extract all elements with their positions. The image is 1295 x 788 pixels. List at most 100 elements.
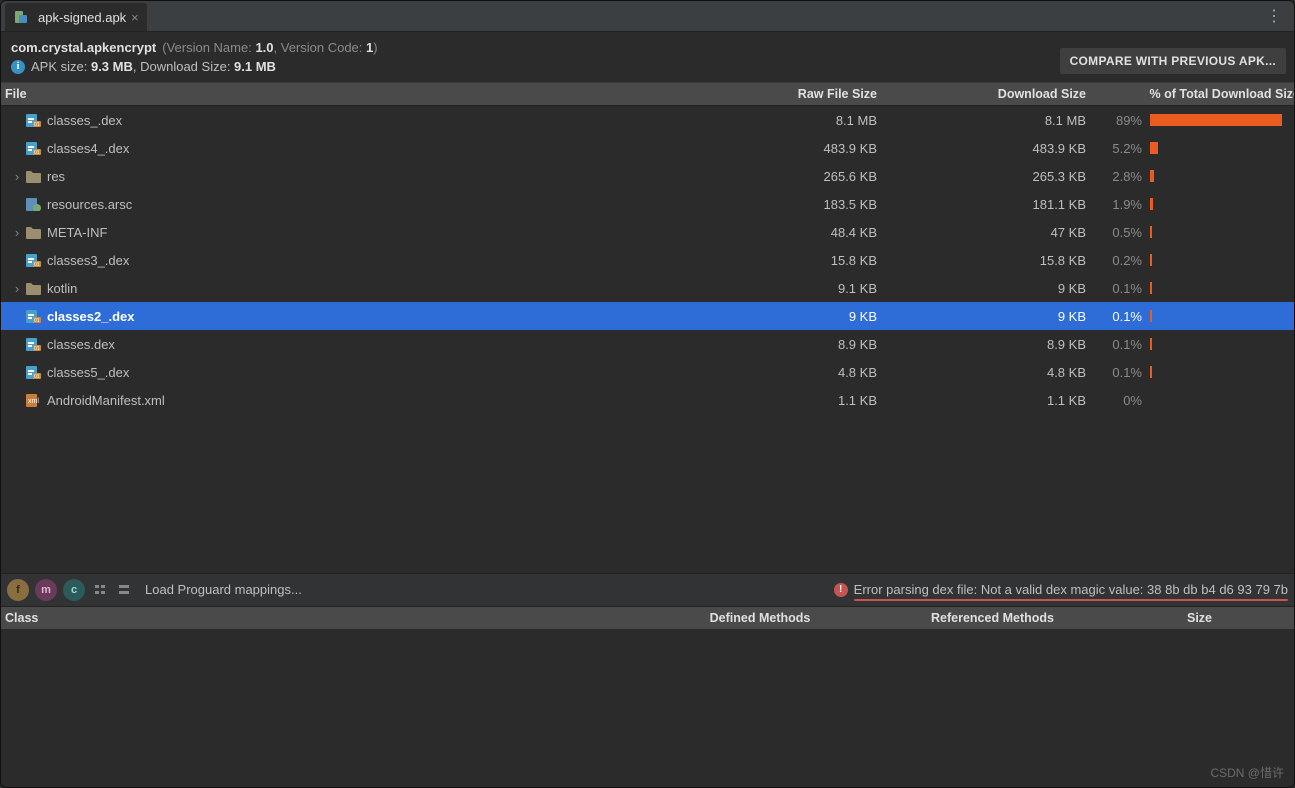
size-bar bbox=[1150, 366, 1294, 378]
table-row[interactable]: ›kotlin9.1 KB9 KB0.1% bbox=[1, 274, 1294, 302]
raw-size: 4.8 KB bbox=[677, 365, 881, 380]
xml-icon: xml bbox=[25, 393, 41, 407]
class-table-body bbox=[1, 629, 1294, 788]
pct: 1.9% bbox=[1090, 197, 1146, 212]
download-size: 47 KB bbox=[881, 225, 1090, 240]
size-bar bbox=[1150, 338, 1294, 350]
table-row[interactable]: 01classes_.dex8.1 MB8.1 MB89% bbox=[1, 106, 1294, 134]
filter-classes-button[interactable]: c bbox=[63, 579, 85, 601]
column-raw-size[interactable]: Raw File Size bbox=[677, 87, 881, 101]
svg-text:01: 01 bbox=[34, 374, 40, 379]
download-size: 9 KB bbox=[881, 281, 1090, 296]
pct: 0.2% bbox=[1090, 253, 1146, 268]
error-message: ! Error parsing dex file: Not a valid de… bbox=[834, 582, 1288, 597]
editor-tab[interactable]: apk-signed.apk × bbox=[5, 3, 147, 31]
apk-file-icon bbox=[13, 10, 29, 24]
apk-size: APK size: 9.3 MB, Download Size: 9.1 MB bbox=[31, 59, 276, 74]
dex-icon: 01 bbox=[25, 253, 41, 267]
file-name: classes_.dex bbox=[47, 113, 122, 128]
load-proguard-button[interactable]: Load Proguard mappings... bbox=[145, 582, 302, 597]
pct: 0% bbox=[1090, 393, 1146, 408]
download-size: 483.9 KB bbox=[881, 141, 1090, 156]
table-row[interactable]: xmlAndroidManifest.xml1.1 KB1.1 KB0% bbox=[1, 386, 1294, 414]
size-bar bbox=[1150, 394, 1294, 406]
table-row[interactable]: resources.arsc183.5 KB181.1 KB1.9% bbox=[1, 190, 1294, 218]
tab-bar: apk-signed.apk × ⋮ bbox=[1, 1, 1294, 32]
table-row[interactable]: 01classes2_.dex9 KB9 KB0.1% bbox=[1, 302, 1294, 330]
column-defined[interactable]: Defined Methods bbox=[640, 611, 880, 625]
tab-title: apk-signed.apk bbox=[38, 10, 126, 25]
dex-icon: 01 bbox=[25, 141, 41, 155]
close-icon[interactable]: × bbox=[131, 10, 139, 25]
more-menu-icon[interactable]: ⋮ bbox=[1258, 6, 1290, 26]
download-size: 1.1 KB bbox=[881, 393, 1090, 408]
apk-info-bar: com.crystal.apkencrypt (Version Name: 1.… bbox=[1, 32, 1294, 83]
tree-collapse-icon[interactable] bbox=[115, 581, 133, 599]
file-name: AndroidManifest.xml bbox=[47, 393, 165, 408]
folder-icon bbox=[25, 281, 41, 295]
size-bar bbox=[1150, 142, 1294, 154]
expand-arrow-icon[interactable]: › bbox=[11, 281, 23, 296]
svg-text:01: 01 bbox=[34, 122, 40, 127]
pct: 89% bbox=[1090, 113, 1146, 128]
raw-size: 8.9 KB bbox=[677, 337, 881, 352]
pct: 2.8% bbox=[1090, 169, 1146, 184]
table-row[interactable]: 01classes3_.dex15.8 KB15.8 KB0.2% bbox=[1, 246, 1294, 274]
column-pct[interactable]: % of Total Download Size bbox=[1090, 87, 1295, 101]
table-row[interactable]: 01classes4_.dex483.9 KB483.9 KB5.2% bbox=[1, 134, 1294, 162]
folder-icon bbox=[25, 169, 41, 183]
size-bar bbox=[1150, 198, 1294, 210]
expand-arrow-icon[interactable]: › bbox=[11, 225, 23, 240]
file-table[interactable]: 01classes_.dex8.1 MB8.1 MB89%01classes4_… bbox=[1, 106, 1294, 414]
size-bar bbox=[1150, 310, 1294, 322]
download-size: 181.1 KB bbox=[881, 197, 1090, 212]
download-size: 4.8 KB bbox=[881, 365, 1090, 380]
column-referenced[interactable]: Referenced Methods bbox=[880, 611, 1105, 625]
table-row[interactable]: ›res265.6 KB265.3 KB2.8% bbox=[1, 162, 1294, 190]
expand-arrow-icon[interactable]: › bbox=[11, 169, 23, 184]
dex-toolbar: f m c Load Proguard mappings... ! Error … bbox=[1, 573, 1294, 607]
download-size: 265.3 KB bbox=[881, 169, 1090, 184]
table-row[interactable]: 01classes5_.dex4.8 KB4.8 KB0.1% bbox=[1, 358, 1294, 386]
package-id: com.crystal.apkencrypt bbox=[11, 40, 156, 55]
size-bar bbox=[1150, 114, 1294, 126]
pct: 0.1% bbox=[1090, 281, 1146, 296]
svg-text:01: 01 bbox=[34, 318, 40, 323]
raw-size: 265.6 KB bbox=[677, 169, 881, 184]
raw-size: 1.1 KB bbox=[677, 393, 881, 408]
version-info: (Version Name: 1.0, Version Code: 1) bbox=[162, 40, 377, 55]
file-name: kotlin bbox=[47, 281, 77, 296]
class-table-header: Class Defined Methods Referenced Methods… bbox=[1, 607, 1294, 629]
watermark: CSDN @惜许 bbox=[1210, 764, 1284, 781]
info-icon: i bbox=[11, 60, 25, 74]
download-size: 8.1 MB bbox=[881, 113, 1090, 128]
pct: 0.5% bbox=[1090, 225, 1146, 240]
file-name: META-INF bbox=[47, 225, 107, 240]
dex-icon: 01 bbox=[25, 309, 41, 323]
raw-size: 483.9 KB bbox=[677, 141, 881, 156]
size-bar bbox=[1150, 282, 1294, 294]
file-name: classes4_.dex bbox=[47, 141, 129, 156]
svg-text:01: 01 bbox=[34, 346, 40, 351]
dex-icon: 01 bbox=[25, 365, 41, 379]
table-row[interactable]: 01classes.dex8.9 KB8.9 KB0.1% bbox=[1, 330, 1294, 358]
size-bar bbox=[1150, 226, 1294, 238]
download-size: 8.9 KB bbox=[881, 337, 1090, 352]
error-underline bbox=[854, 599, 1288, 601]
column-download-size[interactable]: Download Size bbox=[881, 87, 1090, 101]
table-row[interactable]: ›META-INF48.4 KB47 KB0.5% bbox=[1, 218, 1294, 246]
tree-expand-icon[interactable] bbox=[91, 581, 109, 599]
column-size[interactable]: Size bbox=[1105, 611, 1294, 625]
column-file[interactable]: File bbox=[1, 87, 677, 101]
pct: 5.2% bbox=[1090, 141, 1146, 156]
download-size: 15.8 KB bbox=[881, 253, 1090, 268]
file-table-header: File Raw File Size Download Size % of To… bbox=[1, 83, 1294, 106]
compare-apk-button[interactable]: COMPARE WITH PREVIOUS APK... bbox=[1060, 48, 1286, 74]
error-icon: ! bbox=[834, 583, 848, 597]
dex-icon: 01 bbox=[25, 113, 41, 127]
filter-fields-button[interactable]: f bbox=[7, 579, 29, 601]
column-class[interactable]: Class bbox=[1, 611, 640, 625]
filter-methods-button[interactable]: m bbox=[35, 579, 57, 601]
file-name: classes3_.dex bbox=[47, 253, 129, 268]
file-name: classes.dex bbox=[47, 337, 115, 352]
